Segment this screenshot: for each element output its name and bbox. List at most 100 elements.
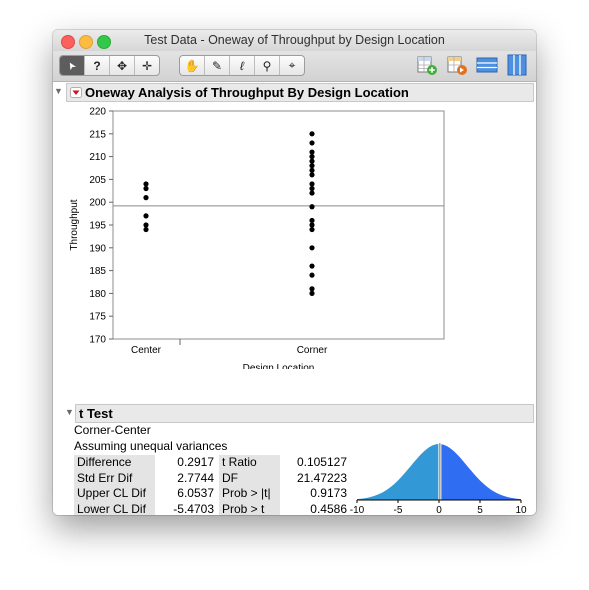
y-tick-label: 170 bbox=[89, 335, 106, 346]
x-tick-label: -5 bbox=[394, 505, 403, 515]
stat-row: t Ratio 0.105127 bbox=[219, 455, 350, 471]
oneway-title: Oneway Analysis of Throughput By Design … bbox=[85, 85, 409, 100]
new-script-icon[interactable] bbox=[446, 54, 468, 76]
title-bar[interactable]: Test Data - Oneway of Throughput by Desi… bbox=[53, 30, 536, 51]
stat-value: 0.105127 bbox=[296, 455, 347, 469]
x-tick-label: 10 bbox=[515, 505, 527, 515]
x-tick-label: -10 bbox=[350, 505, 365, 515]
crosshair-tool-icon: ⌖ bbox=[288, 58, 296, 72]
data-point bbox=[309, 263, 315, 269]
move-tool-icon: ✛ bbox=[141, 58, 153, 73]
arrow-tool-icon: ➤ bbox=[65, 59, 79, 72]
crosshair-tool[interactable]: ⌖ bbox=[280, 56, 304, 75]
stat-row: Prob > t 0.4586 bbox=[219, 501, 350, 516]
y-axis-label: Throughput bbox=[69, 199, 80, 250]
x-tick-label: 0 bbox=[436, 505, 442, 515]
stat-label: Difference bbox=[74, 455, 155, 471]
data-point bbox=[143, 195, 149, 201]
data-point bbox=[309, 172, 315, 178]
brush-tool[interactable]: ✎ bbox=[205, 56, 230, 75]
oneway-scatter-plot: 170 175 180 185 190 195 200 205 210 215 220 Center C… bbox=[69, 107, 445, 369]
ttest-title: t Test bbox=[79, 406, 113, 421]
y-tick-label: 210 bbox=[89, 152, 106, 163]
stat-label: Prob > |t| bbox=[219, 486, 280, 502]
y-tick-label: 185 bbox=[89, 266, 106, 277]
y-tick-label: 195 bbox=[89, 221, 106, 232]
stat-value: 21.47223 bbox=[296, 470, 347, 485]
stat-label: DF bbox=[219, 470, 280, 486]
arrow-tool[interactable]: ➤ bbox=[60, 56, 85, 75]
stat-row: DF 21.47223 bbox=[219, 470, 350, 486]
data-point bbox=[309, 290, 315, 296]
stat-label: Prob > t bbox=[219, 501, 280, 515]
brush-tool-icon: ✎ bbox=[211, 58, 223, 73]
data-point bbox=[309, 217, 315, 224]
stat-value: 2.7744 bbox=[177, 470, 214, 485]
data-point bbox=[309, 131, 315, 137]
ttest-subtitle: Corner-Center bbox=[74, 423, 151, 437]
stat-row: Difference 0.2917 bbox=[74, 455, 217, 471]
stat-row: Std Err Dif 2.7744 bbox=[74, 470, 217, 486]
help-tool[interactable]: ? bbox=[85, 56, 110, 75]
toolbar: ➤ ? ✥ ✛ ✋ ✎ ℓ ⚲ ⌖ bbox=[53, 51, 536, 82]
data-point bbox=[309, 181, 315, 187]
lasso-tool-icon: ℓ bbox=[240, 58, 244, 73]
stat-value: 0.4586 bbox=[310, 501, 347, 516]
hand-tool-icon: ✋ bbox=[184, 58, 200, 73]
data-point bbox=[143, 213, 149, 219]
x-tick-label: Center bbox=[131, 345, 162, 356]
report-window: Test Data - Oneway of Throughput by Desi… bbox=[53, 30, 536, 515]
oneway-disclosure-icon[interactable]: ▼ bbox=[54, 86, 63, 96]
ttest-header: t Test bbox=[75, 404, 534, 423]
data-point bbox=[309, 222, 315, 228]
help-tool-icon: ? bbox=[93, 58, 101, 73]
stat-row: Lower CL Dif -5.4703 bbox=[74, 501, 217, 516]
y-tick-label: 190 bbox=[89, 243, 106, 254]
horizontal-layout-icon[interactable] bbox=[476, 54, 498, 76]
data-point bbox=[309, 286, 315, 292]
hand-tool[interactable]: ✋ bbox=[180, 56, 205, 75]
ttest-assumption: Assuming unequal variances bbox=[74, 439, 228, 453]
y-tick-label: 205 bbox=[89, 175, 106, 186]
stat-value: 0.9173 bbox=[310, 486, 347, 500]
ttest-disclosure-icon[interactable]: ▼ bbox=[65, 407, 74, 417]
data-point bbox=[143, 185, 149, 192]
data-point bbox=[143, 181, 149, 187]
x-tick-label: Corner bbox=[297, 345, 328, 356]
lasso-tool[interactable]: ℓ bbox=[230, 56, 255, 75]
new-data-table-icon[interactable] bbox=[416, 54, 438, 76]
lower-tail-area bbox=[357, 444, 440, 500]
magnifier-tool-icon: ⚲ bbox=[262, 58, 272, 73]
stat-value: -5.4703 bbox=[173, 501, 214, 516]
move-tool[interactable]: ✛ bbox=[135, 56, 159, 75]
stat-row: Prob > |t| 0.9173 bbox=[219, 486, 350, 502]
red-triangle-menu-icon[interactable] bbox=[70, 87, 82, 98]
data-point bbox=[309, 190, 315, 196]
upper-tail-area bbox=[439, 444, 521, 500]
report-content: ▼ Oneway Analysis of Throughput By Desig… bbox=[53, 82, 536, 515]
y-tick-label: 180 bbox=[89, 289, 106, 300]
stat-label: Lower CL Dif bbox=[74, 501, 155, 515]
data-point bbox=[309, 185, 315, 192]
data-point bbox=[143, 226, 149, 233]
x-axis-label: Design Location bbox=[243, 363, 315, 369]
data-point bbox=[143, 222, 149, 228]
data-point bbox=[309, 140, 315, 146]
x-tick-label: 5 bbox=[477, 505, 483, 515]
ttest-stats-right: t Ratio 0.105127 DF 21.47223 Prob > |t| 0.917… bbox=[219, 455, 350, 515]
data-point bbox=[309, 226, 315, 233]
data-point bbox=[309, 204, 315, 210]
tool-group-graph: ✋ ✎ ℓ ⚲ ⌖ bbox=[179, 55, 305, 76]
ttest-stats-left: Difference 0.2917 Std Err Dif 2.7744 Upper C… bbox=[74, 455, 217, 515]
plot-frame bbox=[112, 110, 445, 340]
stat-label: t Ratio bbox=[219, 455, 280, 471]
y-tick-label: 215 bbox=[89, 129, 106, 140]
oneway-header: Oneway Analysis of Throughput By Design … bbox=[66, 83, 534, 102]
selection-tool-icon: ✥ bbox=[116, 58, 128, 73]
data-point bbox=[309, 167, 315, 173]
selection-tool[interactable]: ✥ bbox=[110, 56, 135, 75]
magnifier-tool[interactable]: ⚲ bbox=[255, 56, 280, 75]
t-distribution-plot: -10 -5 0 5 10 bbox=[350, 443, 527, 515]
vertical-layout-icon[interactable] bbox=[506, 54, 528, 76]
stat-row: Upper CL Dif 6.0537 bbox=[74, 486, 217, 502]
